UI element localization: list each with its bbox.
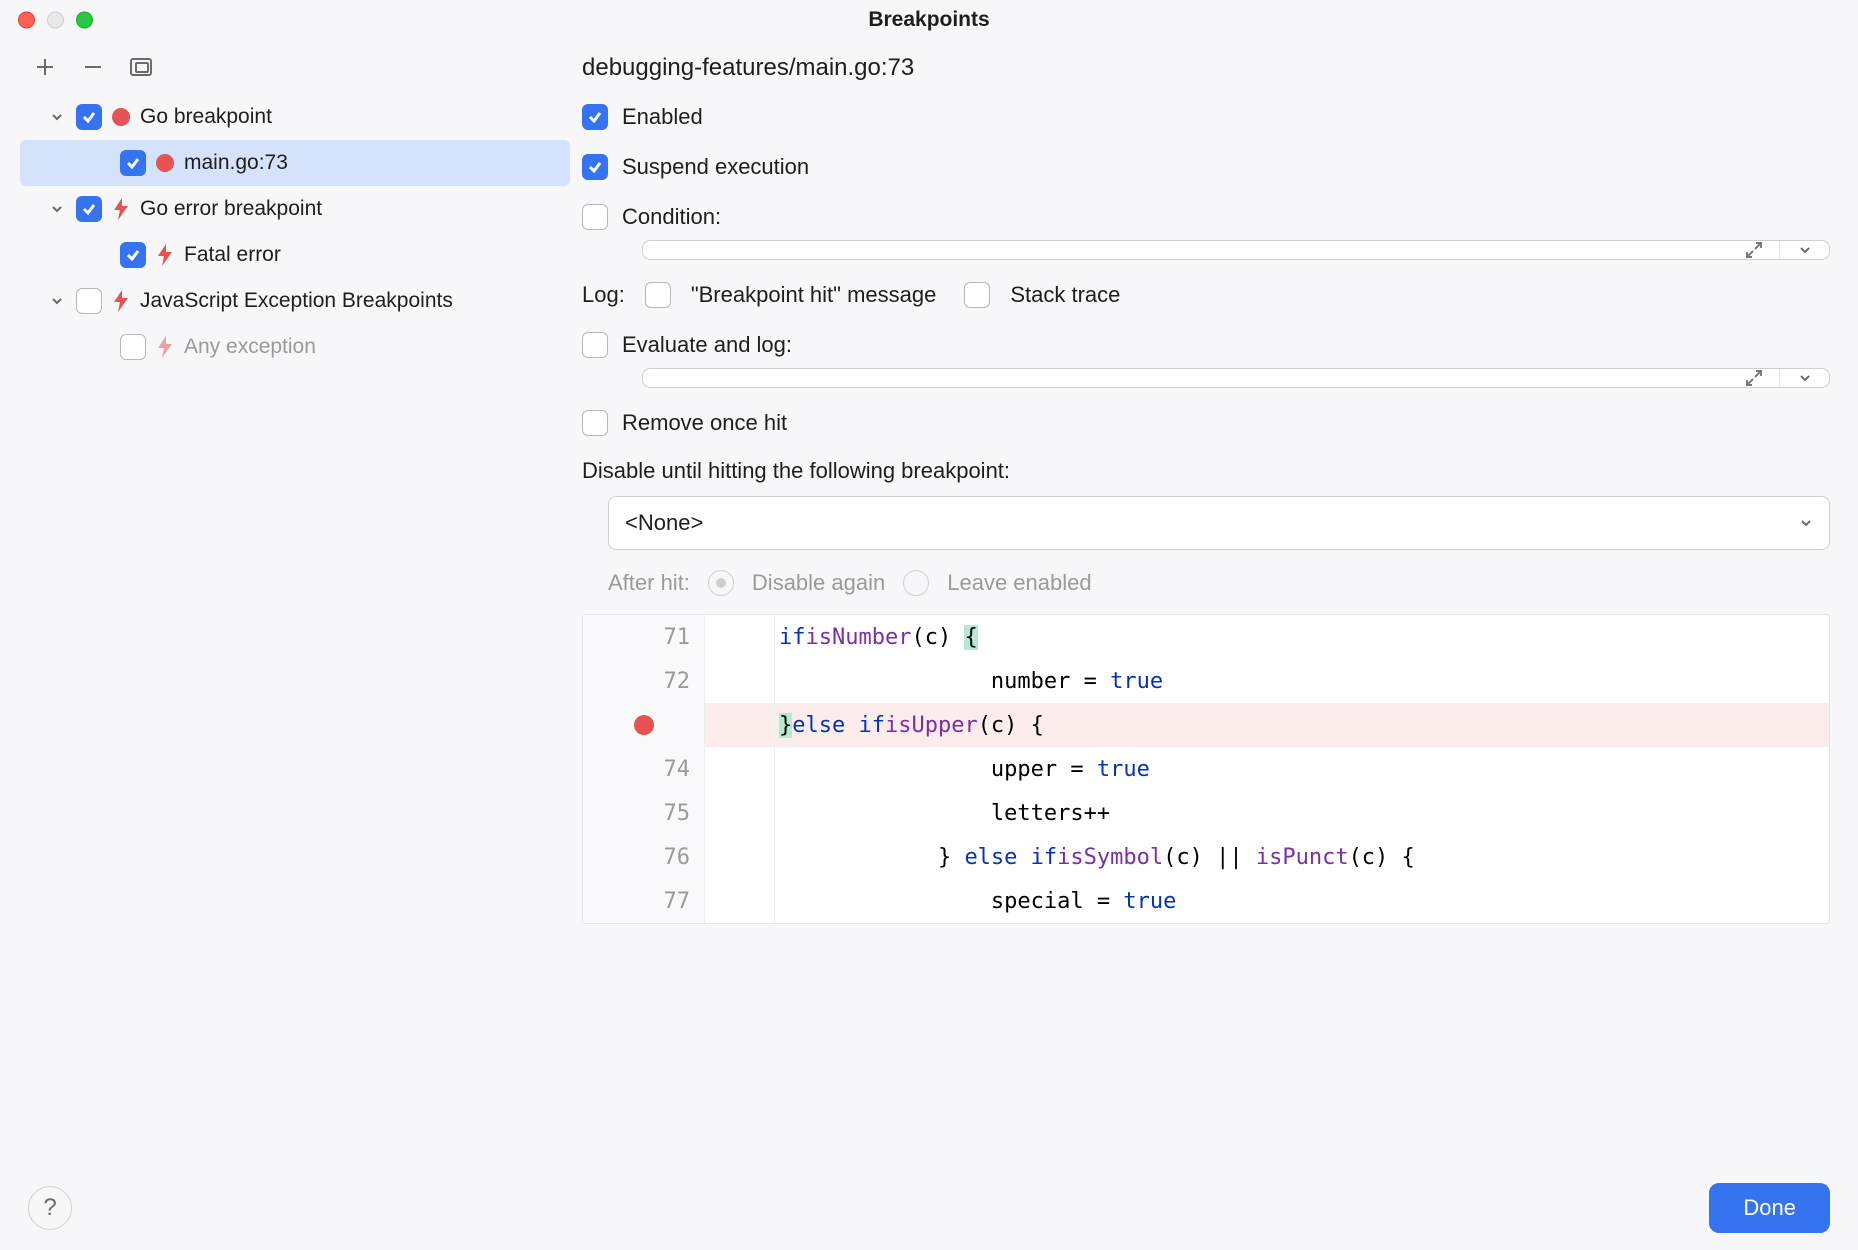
- breakpoint-dot-icon[interactable]: [634, 715, 654, 735]
- gutter-line-number[interactable]: 75: [583, 791, 705, 835]
- window-title: Breakpoints: [868, 8, 989, 32]
- close-window-button[interactable]: [18, 12, 35, 29]
- code-line: special = true: [775, 879, 1829, 923]
- chevron-down-icon: [1799, 510, 1813, 536]
- stack-trace-label: Stack trace: [1010, 282, 1120, 308]
- condition-input[interactable]: [642, 240, 1830, 260]
- stack-trace-checkbox[interactable]: [964, 282, 990, 308]
- remove-once-checkbox[interactable]: [582, 410, 608, 436]
- checkbox[interactable]: [76, 104, 102, 130]
- checkbox[interactable]: [120, 242, 146, 268]
- exception-breakpoint-icon: [154, 336, 176, 358]
- chevron-down-icon[interactable]: [46, 110, 68, 124]
- enabled-label: Enabled: [622, 104, 703, 130]
- tree-item-fatal-error[interactable]: Fatal error: [20, 232, 570, 278]
- tree-group-go-breakpoint[interactable]: Go breakpoint: [20, 94, 570, 140]
- gutter-extra: [705, 703, 775, 747]
- tree-node-label: Go error breakpoint: [140, 197, 322, 221]
- exception-breakpoint-icon: [110, 290, 132, 312]
- log-message-label: "Breakpoint hit" message: [691, 282, 937, 308]
- tree-group-js-exception-breakpoints[interactable]: JavaScript Exception Breakpoints: [20, 278, 570, 324]
- enabled-checkbox[interactable]: [582, 104, 608, 130]
- disable-until-value: <None>: [625, 510, 1799, 536]
- log-message-checkbox[interactable]: [645, 282, 671, 308]
- after-hit-opt-leave: Leave enabled: [947, 570, 1091, 596]
- exception-breakpoint-icon: [110, 198, 132, 220]
- titlebar: Breakpoints: [0, 0, 1858, 40]
- gutter-line-number[interactable]: 74: [583, 747, 705, 791]
- evaluate-input[interactable]: [642, 368, 1830, 388]
- tree-item-main-go-73[interactable]: main.go:73: [20, 140, 570, 186]
- remove-once-label: Remove once hit: [622, 410, 787, 436]
- gutter-line-number[interactable]: 72: [583, 659, 705, 703]
- chevron-down-icon[interactable]: [46, 202, 68, 216]
- checkbox[interactable]: [76, 288, 102, 314]
- expand-icon[interactable]: [1729, 369, 1779, 387]
- gutter-breakpoint[interactable]: [583, 703, 705, 747]
- gutter-extra: [705, 659, 775, 703]
- condition-label: Condition:: [622, 204, 721, 230]
- log-label: Log:: [582, 282, 625, 308]
- evaluate-label: Evaluate and log:: [622, 332, 792, 358]
- tree-group-go-error-breakpoint[interactable]: Go error breakpoint: [20, 186, 570, 232]
- chevron-down-icon[interactable]: [1779, 241, 1829, 259]
- add-breakpoint-button[interactable]: [32, 54, 58, 80]
- gutter-extra: [705, 835, 775, 879]
- help-button[interactable]: ?: [28, 1186, 72, 1230]
- expand-icon[interactable]: [1729, 241, 1779, 259]
- breakpoint-tree[interactable]: Go breakpoint main.go:73 Go error breakp…: [20, 94, 570, 1166]
- breakpoint-details-panel: debugging-features/main.go:73 Enabled Su…: [570, 54, 1858, 1166]
- disable-until-select[interactable]: <None>: [608, 496, 1830, 550]
- code-line: if isNumber(c) {: [775, 615, 1829, 659]
- tree-node-label: main.go:73: [184, 151, 288, 175]
- code-line: } else if isUpper(c) {: [775, 703, 1829, 747]
- gutter-extra: [705, 879, 775, 923]
- minimize-window-button[interactable]: [47, 12, 64, 29]
- chevron-down-icon[interactable]: [1779, 369, 1829, 387]
- gutter-extra: [705, 615, 775, 659]
- checkbox[interactable]: [120, 334, 146, 360]
- code-line: letters++: [775, 791, 1829, 835]
- remove-breakpoint-button[interactable]: [80, 54, 106, 80]
- gutter-line-number[interactable]: 77: [583, 879, 705, 923]
- chevron-down-icon[interactable]: [46, 294, 68, 308]
- suspend-checkbox[interactable]: [582, 154, 608, 180]
- tree-node-label: Any exception: [184, 335, 316, 359]
- code-line: number = true: [775, 659, 1829, 703]
- after-hit-label: After hit:: [608, 570, 690, 596]
- checkbox[interactable]: [76, 196, 102, 222]
- code-line: upper = true: [775, 747, 1829, 791]
- condition-checkbox[interactable]: [582, 204, 608, 230]
- after-hit-disable-again-radio: [708, 570, 734, 596]
- tree-node-label: Fatal error: [184, 243, 281, 267]
- tree-node-label: JavaScript Exception Breakpoints: [140, 289, 453, 313]
- breakpoint-tree-panel: Go breakpoint main.go:73 Go error breakp…: [0, 54, 570, 1166]
- gutter-extra: [705, 791, 775, 835]
- exception-breakpoint-icon: [154, 244, 176, 266]
- gutter-line-number[interactable]: 76: [583, 835, 705, 879]
- evaluate-checkbox[interactable]: [582, 332, 608, 358]
- checkbox[interactable]: [120, 150, 146, 176]
- tree-item-any-exception[interactable]: Any exception: [20, 324, 570, 370]
- disable-until-label: Disable until hitting the following brea…: [582, 458, 1830, 484]
- gutter-extra: [705, 747, 775, 791]
- after-hit-opt-disable: Disable again: [752, 570, 885, 596]
- code-line: } else if isSymbol(c) || isPunct(c) {: [775, 835, 1829, 879]
- group-by-button[interactable]: [128, 54, 154, 80]
- breakpoint-dot-icon: [154, 152, 176, 174]
- maximize-window-button[interactable]: [76, 12, 93, 29]
- tree-node-label: Go breakpoint: [140, 105, 272, 129]
- suspend-label: Suspend execution: [622, 154, 809, 180]
- breakpoint-file-location: debugging-features/main.go:73: [582, 54, 1830, 82]
- breakpoint-dot-icon: [110, 106, 132, 128]
- code-preview[interactable]: 71 if isNumber(c) { 72 number = true } e: [582, 614, 1830, 924]
- gutter-line-number[interactable]: 71: [583, 615, 705, 659]
- after-hit-leave-enabled-radio: [903, 570, 929, 596]
- done-button[interactable]: Done: [1709, 1183, 1830, 1233]
